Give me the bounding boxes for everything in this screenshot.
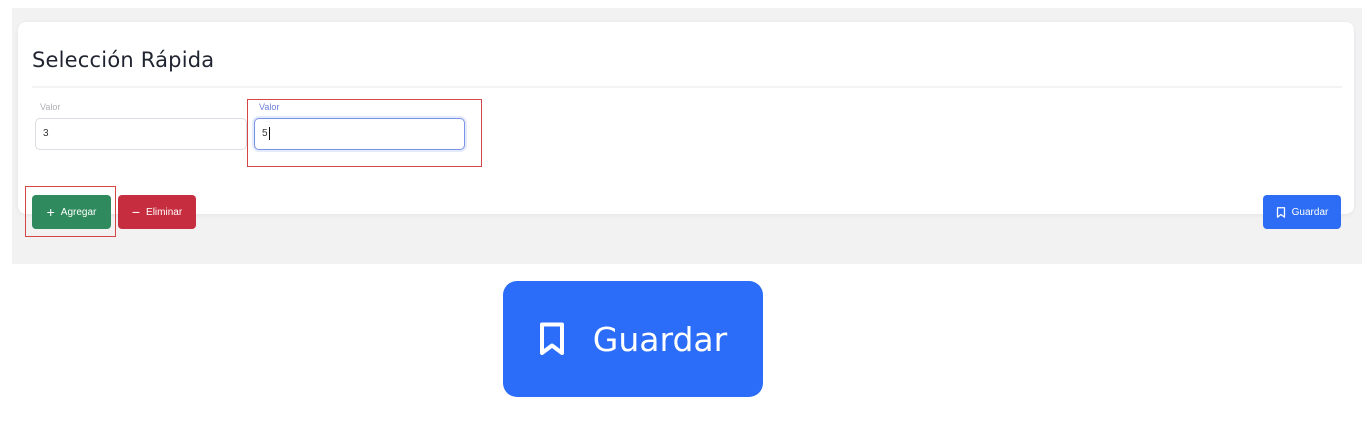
bookmark-icon <box>539 322 564 355</box>
minus-icon: − <box>131 204 141 220</box>
save-button-enlarged[interactable]: Guardar <box>503 281 763 397</box>
title-divider <box>32 86 1342 88</box>
bookmark-icon <box>1276 206 1285 218</box>
save-button[interactable]: Guardar <box>1263 195 1341 229</box>
remove-button[interactable]: − Eliminar <box>118 195 196 229</box>
value-field-label-1: Valor <box>40 102 61 112</box>
value-input-1[interactable]: 3 <box>35 118 247 150</box>
page-title: Selección Rápida <box>32 48 215 72</box>
save-button-enlarged-label: Guardar <box>592 319 728 359</box>
value-input-1-text: 3 <box>43 128 49 139</box>
remove-button-label: Eliminar <box>146 206 183 218</box>
save-button-label: Guardar <box>1291 206 1329 218</box>
highlight-box-input <box>247 99 482 167</box>
highlight-box-add-button <box>25 186 116 237</box>
